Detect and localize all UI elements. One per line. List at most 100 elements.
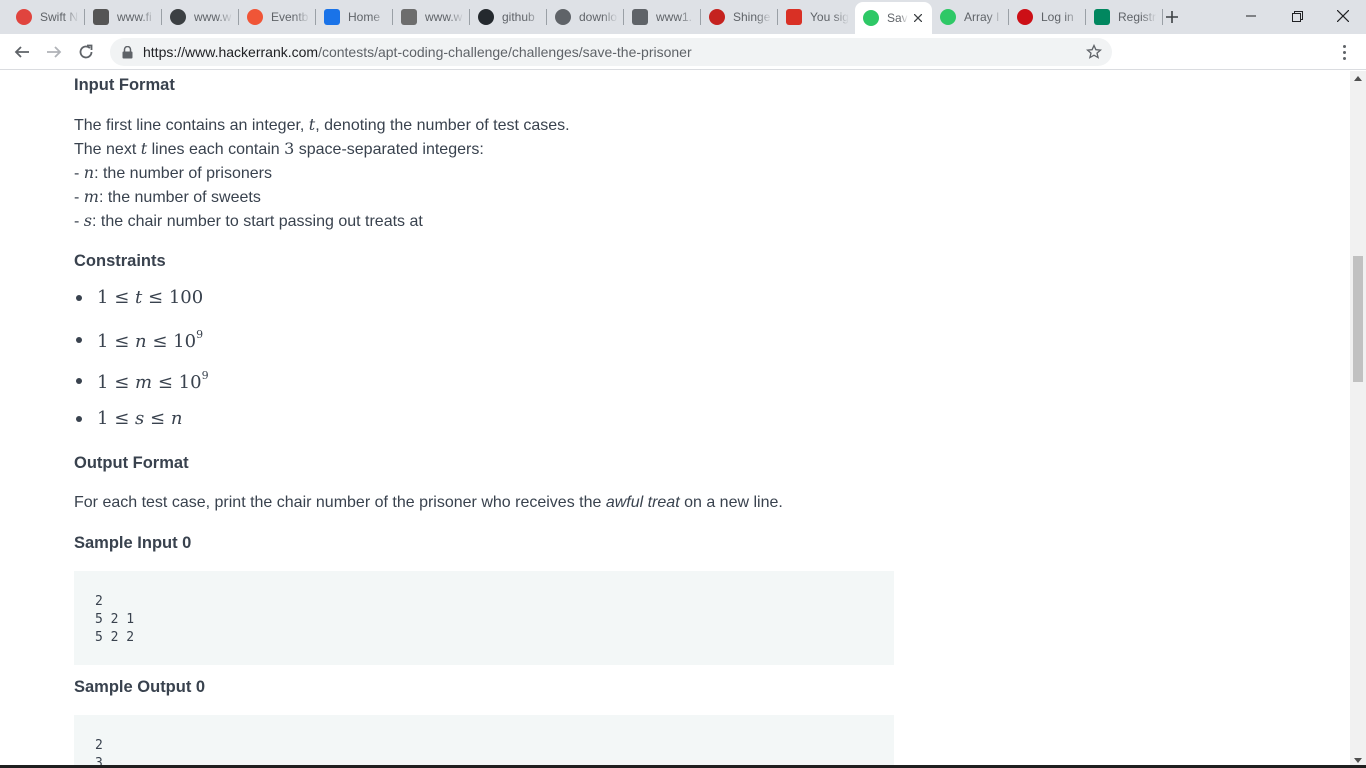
- text: For each test case, print the chair numb…: [74, 494, 606, 511]
- bullet: [76, 294, 82, 301]
- hackerrank-icon: [940, 9, 956, 25]
- tabs: Swift N www.fi www.w Eventb Home www.w github d…: [0, 0, 1163, 34]
- text: The first line contains an integer,: [74, 117, 309, 134]
- tab-title: Registr: [1118, 10, 1157, 24]
- reload-icon: [79, 44, 93, 59]
- sample-input-code-block[interactable]: 2 5 2 1 5 2 2: [74, 571, 894, 665]
- constraint-expression: 1 ≤ t ≤ 100: [97, 287, 203, 308]
- url-path: /contests/apt-coding-challenge/challenge…: [318, 44, 692, 60]
- text: lines each contain: [147, 141, 285, 158]
- google-play-icon: [1094, 9, 1110, 25]
- browser-tab[interactable]: You sig: [778, 0, 855, 34]
- tab-title: www.w: [194, 10, 232, 24]
- input-format-item: - m: the number of sweets: [74, 185, 261, 210]
- browser-tab[interactable]: Log in: [1009, 0, 1086, 34]
- input-format-item: - s: the chair number to start passing o…: [74, 209, 423, 234]
- text: : the number of sweets: [98, 189, 261, 206]
- tab-title: downlo: [579, 10, 618, 24]
- hackerrank-icon: [863, 10, 879, 26]
- forward-button[interactable]: [38, 38, 70, 66]
- tab-title: You sig: [810, 10, 849, 24]
- browser-tab[interactable]: Eventb: [239, 0, 316, 34]
- tab-close-icon[interactable]: [910, 10, 926, 26]
- browser-tab[interactable]: Array I: [932, 0, 1009, 34]
- math-var: n: [135, 331, 147, 352]
- constraint-item: 1 ≤ s ≤ n: [74, 408, 182, 429]
- bullet: [76, 378, 82, 384]
- constraint-item: 1 ≤ m ≤ 109: [74, 369, 209, 393]
- address-bar[interactable]: https://www.hackerrank.com/contests/apt-…: [110, 38, 1112, 66]
- browser-tab[interactable]: www.w: [393, 0, 470, 34]
- scroll-up-arrow-icon[interactable]: [1354, 76, 1362, 81]
- bullet: [76, 337, 82, 343]
- tab-title: www1.: [656, 10, 693, 24]
- menu-kebab-icon[interactable]: [1336, 43, 1352, 61]
- text: -: [74, 189, 84, 206]
- vertical-scrollbar[interactable]: [1350, 71, 1366, 768]
- constraint-expression: 1 ≤ s ≤ n: [97, 408, 182, 429]
- math-op: ≤: [114, 287, 130, 308]
- new-tab-button[interactable]: [1158, 3, 1186, 31]
- browser-tab[interactable]: Sav: [855, 2, 932, 34]
- math-var: m: [83, 187, 99, 206]
- sample-input-heading: Sample Input 0: [74, 534, 192, 552]
- window-controls: [1228, 0, 1366, 32]
- math-op: ≤: [114, 331, 130, 352]
- browser-tab[interactable]: Home: [316, 0, 393, 34]
- input-format-line-2: The next t lines each contain 3 space-se…: [74, 137, 484, 162]
- browser-tab[interactable]: Shinge: [701, 0, 778, 34]
- bookmark-star-icon[interactable]: [1085, 43, 1103, 65]
- text: : the number of prisoners: [94, 165, 272, 182]
- tab-title: www.w: [425, 10, 463, 24]
- sample-output-code-block[interactable]: 2 3: [74, 715, 894, 768]
- github-icon: [478, 9, 494, 25]
- scroll-down-arrow-icon[interactable]: [1354, 758, 1362, 763]
- browser-tab[interactable]: Swift N: [8, 0, 85, 34]
- ftu-icon: [93, 9, 109, 25]
- sample-output-heading: Sample Output 0: [74, 678, 206, 696]
- reload-button[interactable]: [70, 38, 102, 66]
- math-op: ≤: [114, 372, 130, 393]
- tab-title: Array I: [964, 10, 1000, 24]
- browser-tab[interactable]: www1.: [624, 0, 701, 34]
- math-num: 1: [97, 287, 109, 308]
- math-num: 1: [97, 408, 109, 429]
- math-num: 10: [173, 331, 197, 352]
- math-var: n: [83, 163, 95, 182]
- constraint-item: 1 ≤ n ≤ 109: [74, 328, 203, 352]
- math-var: m: [135, 372, 153, 393]
- browser-tab[interactable]: github: [470, 0, 547, 34]
- tab-title: Sav: [887, 11, 908, 25]
- download-icon: [555, 9, 571, 25]
- tab-title: Home: [348, 10, 381, 24]
- math-op: ≤: [150, 408, 166, 429]
- tab-title: www.fi: [117, 10, 152, 24]
- constraints-heading: Constraints: [74, 252, 166, 270]
- browser-tab[interactable]: www.w: [162, 0, 239, 34]
- close-window-button[interactable]: [1320, 0, 1366, 32]
- math-num: 3: [284, 139, 295, 158]
- plus-icon: [1166, 11, 1178, 23]
- browser-tab[interactable]: Registr: [1086, 0, 1163, 34]
- close-icon: [1337, 10, 1349, 22]
- gmail-icon: [786, 9, 802, 25]
- browser-tab[interactable]: www.fi: [85, 0, 162, 34]
- math-num: 100: [168, 287, 204, 308]
- eventbrite-icon: [247, 9, 263, 25]
- browser-tab[interactable]: downlo: [547, 0, 624, 34]
- restore-button[interactable]: [1274, 0, 1320, 32]
- math-op: ≤: [114, 408, 130, 429]
- input-format-heading: Input Format: [74, 76, 175, 94]
- url-text[interactable]: https://www.hackerrank.com/contests/apt-…: [143, 44, 692, 60]
- minimize-button[interactable]: [1228, 0, 1274, 32]
- tab-title: github: [502, 10, 535, 24]
- input-format-line-1: The first line contains an integer, t, d…: [74, 113, 570, 138]
- back-button[interactable]: [6, 38, 38, 66]
- scrollbar-thumb[interactable]: [1353, 256, 1363, 382]
- lock-icon[interactable]: [122, 45, 133, 59]
- tab-title: Shinge: [733, 10, 771, 24]
- w3-icon: [401, 9, 417, 25]
- text: The next: [74, 141, 141, 158]
- constraint-item: 1 ≤ t ≤ 100: [74, 287, 203, 308]
- input-format-item: - n: the number of prisoners: [74, 161, 272, 186]
